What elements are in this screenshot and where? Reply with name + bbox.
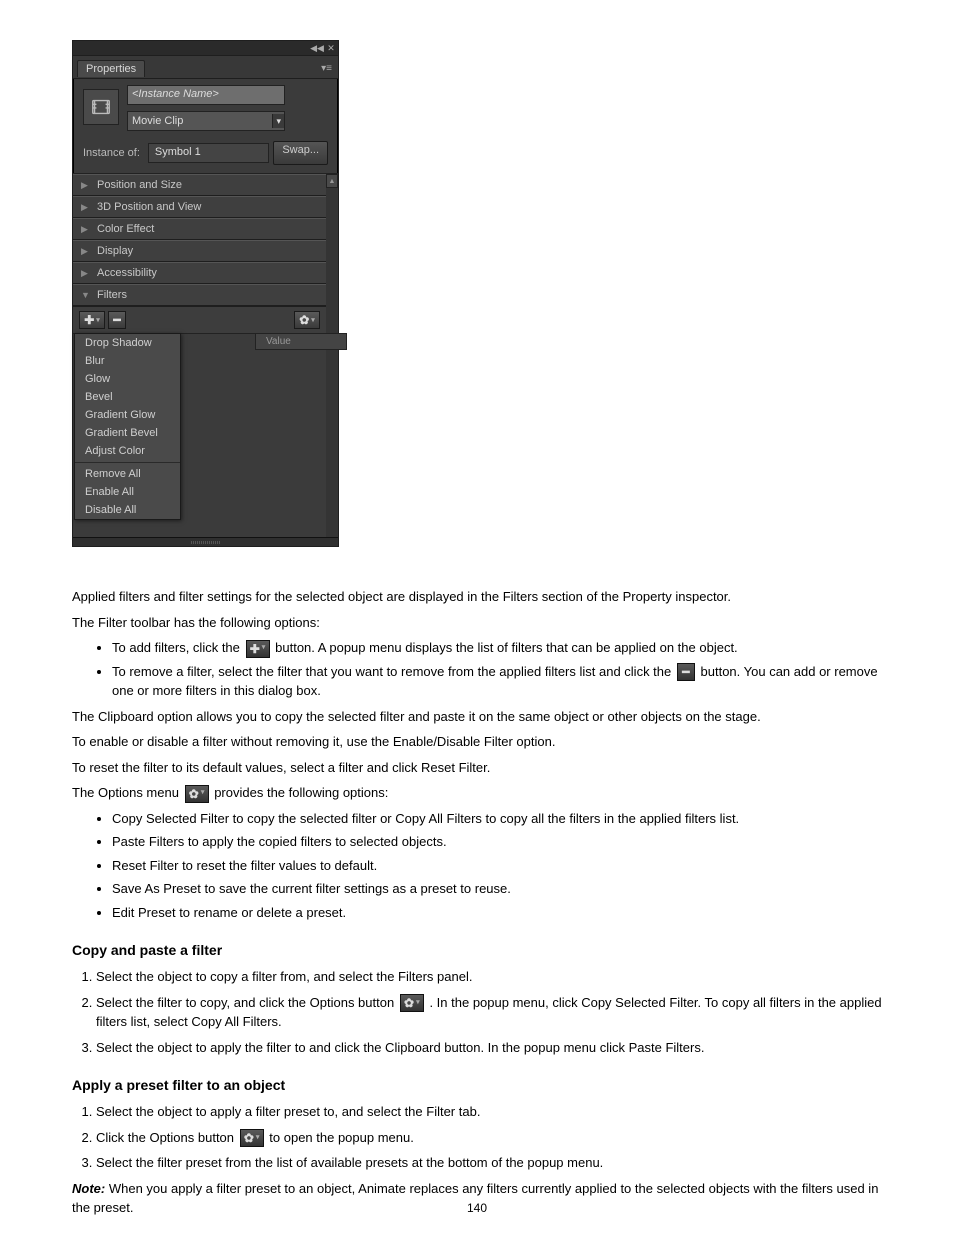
panel-menu-icon[interactable]: ▾≡ (321, 63, 334, 74)
movieclip-icon (83, 89, 119, 125)
menu-item-glow[interactable]: Glow (75, 370, 180, 388)
para-reset: To reset the filter to its default value… (72, 758, 882, 778)
collapse-triangle-icon: ▶ (81, 202, 91, 213)
add-filter-button[interactable]: ✚▾ (79, 311, 105, 329)
panel-resize-footer[interactable] (73, 537, 338, 546)
menu-item-enable-all[interactable]: Enable All (75, 483, 180, 501)
toolbar-bullets: To add filters, click the ✚▾ button. A p… (112, 638, 882, 701)
section-position-size[interactable]: ▶Position and Size (73, 174, 326, 196)
menu-item-remove-all[interactable]: Remove All (75, 465, 180, 483)
close-icon[interactable]: ✕ (326, 43, 336, 53)
panel-titlebar: ◀◀ ✕ (73, 41, 338, 56)
filters-toolbar: ✚▾ ━ ✿▾ (73, 307, 326, 334)
para-options: The Options menu ✿▾ provides the followi… (72, 783, 882, 803)
tab-properties[interactable]: Properties (77, 60, 145, 77)
instance-of-label: Instance of: (83, 147, 140, 159)
bullet-resetf: Reset Filter to reset the filter values … (112, 856, 882, 876)
bullet-editpreset: Edit Preset to rename or delete a preset… (112, 903, 882, 923)
section-3d-position[interactable]: ▶3D Position and View (73, 196, 326, 218)
collapse-triangle-icon: ▶ (81, 246, 91, 257)
sections-container: ▲ ▶Position and Size ▶3D Position and Vi… (73, 173, 338, 537)
collapse-icon[interactable]: ◀◀ (312, 43, 322, 53)
ap-step3: Select the filter preset from the list o… (96, 1153, 882, 1173)
options-bullets: Copy Selected Filter to copy the selecte… (112, 809, 882, 923)
bullet-add: To add filters, click the ✚▾ button. A p… (112, 638, 882, 658)
ap-step2: Click the Options button ✿▾ to open the … (96, 1128, 882, 1148)
collapse-triangle-icon: ▶ (81, 180, 91, 191)
filters-value-header: Value (255, 333, 347, 350)
menu-item-drop-shadow[interactable]: Drop Shadow (75, 334, 180, 352)
cp-step3: Select the object to apply the filter to… (96, 1038, 882, 1058)
bullet-savepreset: Save As Preset to save the current filte… (112, 879, 882, 899)
collapse-triangle-icon: ▶ (81, 268, 91, 279)
heading-apply-preset: Apply a preset filter to an object (72, 1075, 882, 1096)
bullet-remove: To remove a filter, select the filter th… (112, 662, 882, 701)
cp-step1: Select the object to copy a filter from,… (96, 967, 882, 987)
para-clipboard: The Clipboard option allows you to copy … (72, 707, 882, 727)
filter-options-button[interactable]: ✿▾ (294, 311, 320, 329)
scroll-up-icon[interactable]: ▲ (326, 174, 338, 188)
instance-block: <Instance Name> Movie Clip ▾ (73, 79, 338, 137)
section-filters[interactable]: ▼Filters (73, 284, 326, 306)
bullet-copy: Copy Selected Filter to copy the selecte… (112, 809, 882, 829)
dropdown-arrow-icon: ▾ (272, 114, 284, 128)
section-display[interactable]: ▶Display (73, 240, 326, 262)
menu-item-disable-all[interactable]: Disable All (75, 501, 180, 519)
remove-filter-icon: ━ (677, 663, 695, 681)
menu-item-gradient-glow[interactable]: Gradient Glow (75, 406, 180, 424)
add-filter-icon: ✚▾ (246, 640, 270, 658)
options-gear-icon: ✿▾ (185, 785, 209, 803)
menu-separator (75, 462, 180, 463)
bullet-paste: Paste Filters to apply the copied filter… (112, 832, 882, 852)
remove-filter-button[interactable]: ━ (108, 311, 126, 329)
document-body: Applied filters and filter settings for … (72, 587, 882, 1218)
instance-of-row: Instance of: Symbol 1 Swap... (73, 137, 338, 173)
heading-copy-paste: Copy and paste a filter (72, 940, 882, 961)
menu-item-bevel[interactable]: Bevel (75, 388, 180, 406)
add-filter-menu: Drop Shadow Blur Glow Bevel Gradient Glo… (74, 333, 181, 520)
menu-item-blur[interactable]: Blur (75, 352, 180, 370)
copypaste-steps: Select the object to copy a filter from,… (96, 967, 882, 1057)
collapse-triangle-icon: ▶ (81, 224, 91, 235)
swap-button[interactable]: Swap... (273, 141, 328, 165)
ap-step1: Select the object to apply a filter pres… (96, 1102, 882, 1122)
scrollbar[interactable]: ▲ (325, 174, 338, 537)
panel-tab-row: Properties ▾≡ (73, 56, 338, 79)
section-color-effect[interactable]: ▶Color Effect (73, 218, 326, 240)
instance-name-input[interactable]: <Instance Name> (127, 85, 285, 105)
expand-triangle-icon: ▼ (81, 290, 91, 300)
page-number: 140 (0, 1201, 954, 1215)
options-gear-icon: ✿▾ (400, 994, 424, 1012)
menu-item-adjust-color[interactable]: Adjust Color (75, 442, 180, 460)
cp-step2: Select the filter to copy, and click the… (96, 993, 882, 1032)
symbol-type-value: Movie Clip (132, 115, 183, 127)
menu-item-gradient-bevel[interactable]: Gradient Bevel (75, 424, 180, 442)
section-accessibility[interactable]: ▶Accessibility (73, 262, 326, 284)
para-intro: Applied filters and filter settings for … (72, 587, 882, 607)
note-label: Note: (72, 1181, 105, 1196)
options-gear-icon: ✿▾ (240, 1129, 264, 1147)
properties-panel: ◀◀ ✕ Properties ▾≡ <Instance Name> Movie (72, 40, 339, 547)
filters-body: ✚▾ ━ ✿▾ Value Drop Shadow Blu (73, 306, 326, 537)
applypreset-steps: Select the object to apply a filter pres… (96, 1102, 882, 1173)
para-enable: To enable or disable a filter without re… (72, 732, 882, 752)
instance-of-value: Symbol 1 (148, 143, 269, 163)
para-toolbar: The Filter toolbar has the following opt… (72, 613, 882, 633)
symbol-type-dropdown[interactable]: Movie Clip ▾ (127, 111, 285, 131)
